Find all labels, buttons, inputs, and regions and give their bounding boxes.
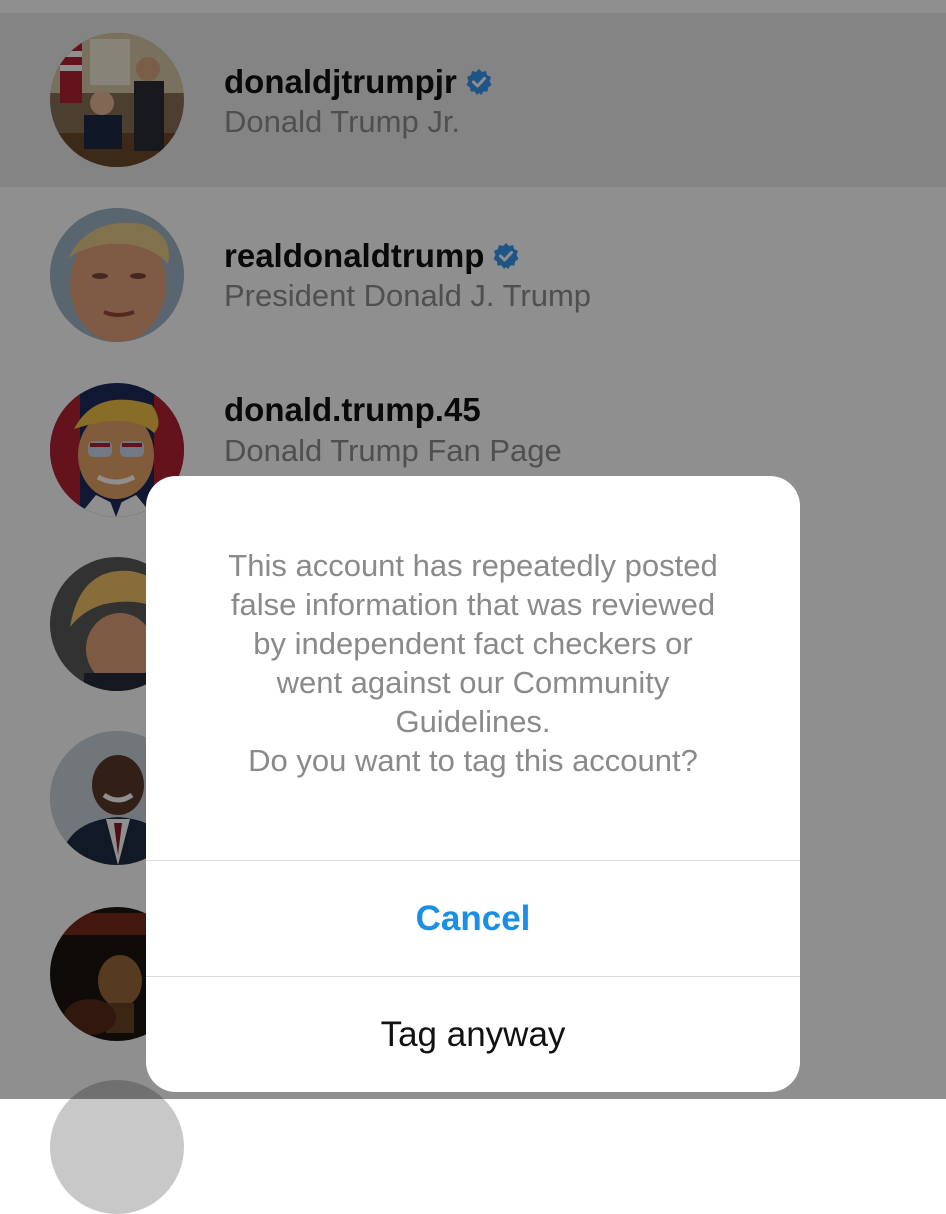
warning-dialog: This account has repeatedly posted false… [146,476,800,1092]
tag-anyway-button[interactable]: Tag anyway [146,976,800,1092]
dialog-question: Do you want to tag this account? [248,743,698,778]
dialog-message-line: by independent fact checkers or [253,626,693,661]
dialog-message-line: false information that was reviewed [230,587,716,622]
avatar [50,1080,184,1214]
dialog-message-line: Guidelines. [395,704,551,739]
dialog-message-line: went against our Community [276,665,670,700]
dialog-message-line: This account has repeatedly posted [228,548,718,583]
cancel-button[interactable]: Cancel [146,860,800,976]
dialog-message: This account has repeatedly posted false… [170,546,776,780]
